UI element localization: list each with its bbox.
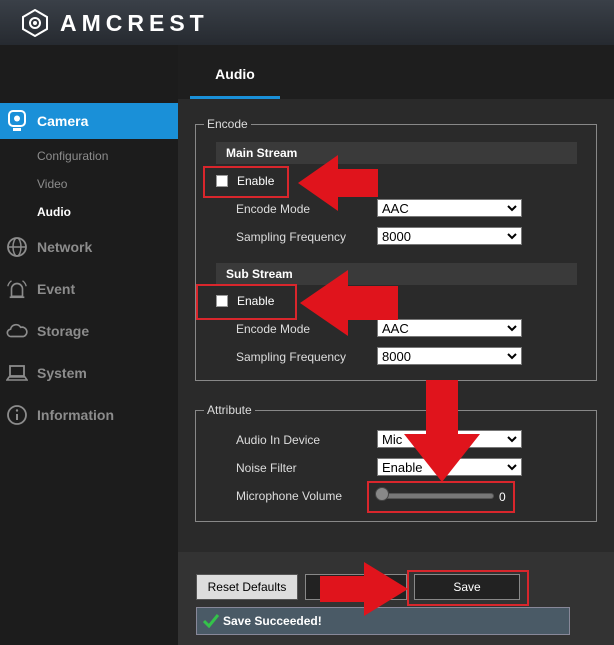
main-encode-mode-select[interactable]: AAC bbox=[377, 199, 522, 217]
volume-slider-handle[interactable] bbox=[375, 487, 389, 501]
tab-audio[interactable]: Audio bbox=[190, 45, 280, 99]
chevron-down-icon bbox=[507, 233, 517, 240]
arrow-down-icon bbox=[404, 380, 480, 482]
tab-bar: Audio bbox=[178, 45, 614, 99]
top-header: AMCREST bbox=[0, 0, 614, 45]
sidebar-item-label: Network bbox=[37, 239, 93, 255]
globe-icon bbox=[6, 236, 28, 258]
checkmark-icon bbox=[203, 614, 219, 628]
sidebar-item-system[interactable]: System bbox=[0, 355, 178, 391]
sidebar-item-information[interactable]: Information bbox=[0, 397, 178, 433]
encode-legend: Encode bbox=[204, 117, 251, 131]
chevron-down-icon bbox=[507, 205, 517, 212]
arrow-left-icon bbox=[298, 155, 378, 211]
chevron-down-icon bbox=[507, 436, 517, 443]
status-text: Save Succeeded! bbox=[223, 614, 322, 628]
main-sampling-label: Sampling Frequency bbox=[236, 230, 347, 244]
sidebar-item-label: Camera bbox=[37, 113, 89, 129]
sidebar-item-network[interactable]: Network bbox=[0, 229, 178, 265]
chevron-down-icon bbox=[507, 325, 517, 332]
sidebar-item-event[interactable]: Event bbox=[0, 271, 178, 307]
sidebar-item-label: Information bbox=[37, 407, 114, 423]
chevron-down-icon bbox=[507, 464, 517, 471]
audio-in-device-label: Audio In Device bbox=[236, 433, 321, 447]
microphone-volume-label: Microphone Volume bbox=[236, 489, 343, 503]
sidebar-subitem-audio[interactable]: Audio bbox=[37, 205, 71, 219]
brand-logo-text: AMCREST bbox=[60, 10, 209, 36]
laptop-icon bbox=[6, 362, 28, 384]
camera-icon bbox=[6, 110, 28, 132]
arrow-left-icon bbox=[300, 270, 398, 336]
sidebar-item-label: Event bbox=[37, 281, 76, 297]
sub-sampling-label: Sampling Frequency bbox=[236, 350, 347, 364]
arrow-right-icon bbox=[320, 562, 408, 616]
sidebar-subitem-video[interactable]: Video bbox=[37, 177, 67, 191]
main-stream-title: Main Stream bbox=[216, 142, 577, 164]
highlight-box bbox=[203, 166, 289, 198]
info-icon bbox=[6, 404, 28, 426]
cloud-icon bbox=[6, 320, 28, 342]
noise-filter-label: Noise Filter bbox=[236, 461, 297, 475]
volume-value: 0 bbox=[499, 490, 506, 504]
sub-sampling-select[interactable]: 8000 bbox=[377, 347, 522, 365]
sidebar-item-label: Storage bbox=[37, 323, 90, 339]
chevron-down-icon bbox=[507, 353, 517, 360]
sidebar-item-storage[interactable]: Storage bbox=[0, 313, 178, 349]
volume-slider-track[interactable] bbox=[381, 493, 494, 499]
alarm-icon bbox=[6, 278, 28, 300]
sidebar-item-camera[interactable]: Camera bbox=[0, 103, 186, 139]
highlight-box bbox=[196, 284, 297, 320]
microphone-volume-control: 0 bbox=[367, 481, 515, 513]
sidebar-subitem-configuration[interactable]: Configuration bbox=[37, 149, 108, 163]
reset-defaults-button[interactable]: Reset Defaults bbox=[196, 574, 298, 600]
sidebar-item-label: System bbox=[37, 365, 87, 381]
amcrest-logo-icon bbox=[22, 9, 48, 37]
attribute-legend: Attribute bbox=[204, 403, 255, 417]
sub-encode-mode-label: Encode Mode bbox=[236, 322, 311, 336]
main-sampling-select[interactable]: 8000 bbox=[377, 227, 522, 245]
highlight-box bbox=[407, 570, 529, 606]
sidebar: Camera Configuration Video Audio Network… bbox=[0, 45, 186, 645]
